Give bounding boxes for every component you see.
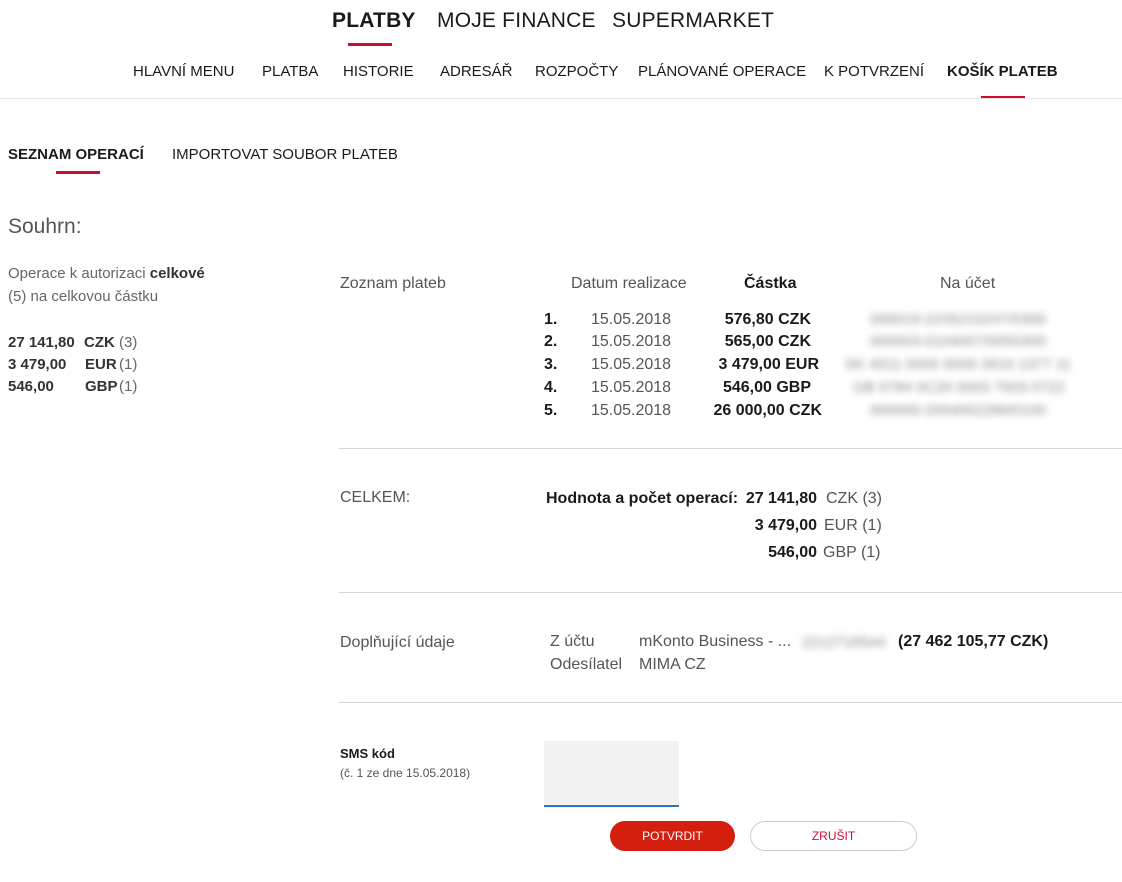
top-tab-platby[interactable]: PLATBY xyxy=(332,9,416,33)
payment-row-amount: 565,00 CZK xyxy=(724,333,811,350)
section-divider xyxy=(339,592,1122,593)
summary-count: (1) xyxy=(119,356,138,373)
payment-row-account: SK 4011 0000 0000 2610 1377 11 xyxy=(845,356,1072,373)
payment-row-date: 15.05.2018 xyxy=(591,379,672,396)
totals-label: CELKEM: xyxy=(340,489,411,506)
payment-row-amount: 576,80 CZK xyxy=(724,311,811,328)
payment-row-amount: 546,00 GBP xyxy=(722,379,811,396)
payment-row-date: 15.05.2018 xyxy=(591,402,672,419)
payment-row-number: 2. xyxy=(544,333,558,350)
payment-row-account: GB 0784 0C20 0003 7003 0722 xyxy=(853,379,1065,396)
totals-amount: 3 479,00 xyxy=(754,517,817,534)
summary-currency: GBP xyxy=(85,378,118,395)
payment-row-date: 15.05.2018 xyxy=(591,311,672,328)
payment-row-account: 000000-2004002286/0100 xyxy=(870,402,1047,419)
payment-row-amount: 26 000,00 CZK xyxy=(713,402,822,419)
summary-prefix: Operace k autorizaci xyxy=(8,265,150,282)
from-account-value: mKonto Business - ... xyxy=(639,633,792,650)
tab-seznam-operaci[interactable]: SEZNAM OPERACÍ xyxy=(8,146,144,163)
payment-row-account: 000003-0104007/0050300 xyxy=(870,333,1047,350)
summary-count: (3) xyxy=(119,334,138,351)
column-header-account: Na účet xyxy=(940,275,996,292)
payments-section-label: Zoznam plateb xyxy=(340,275,446,292)
subnav-platba[interactable]: PLATBA xyxy=(262,63,318,80)
from-account-label: Z účtu xyxy=(550,633,595,650)
subnav-kosik-plateb[interactable]: KOŠÍK PLATEB xyxy=(947,63,1058,80)
totals-currency: CZK (3) xyxy=(826,490,882,507)
summary-title: Souhrn: xyxy=(8,215,82,238)
section-divider xyxy=(339,448,1122,449)
subnav-k-potvrzeni[interactable]: K POTVRZENÍ xyxy=(824,63,924,80)
totals-currency: EUR (1) xyxy=(824,517,882,534)
subnav-historie[interactable]: HISTORIE xyxy=(343,63,414,80)
payment-row-date: 15.05.2018 xyxy=(591,356,672,373)
summary-description-line2: (5) na celkovou částku xyxy=(8,288,159,305)
header-divider xyxy=(0,98,1122,99)
payment-row-number: 3. xyxy=(544,356,558,373)
column-header-date: Datum realizace xyxy=(571,275,687,292)
summary-count: (1) xyxy=(119,378,138,395)
totals-amount: 27 141,80 xyxy=(745,490,817,507)
payment-row-date: 15.05.2018 xyxy=(591,333,672,350)
totals-currency: GBP (1) xyxy=(823,544,881,561)
from-account-balance: (27 462 105,77 CZK) xyxy=(898,633,1049,650)
column-header-amount: Částka xyxy=(744,275,797,292)
top-tab-active-indicator xyxy=(348,43,392,46)
confirm-button[interactable]: POTVRDIT xyxy=(610,821,735,851)
top-tab-supermarket[interactable]: SUPERMARKET xyxy=(612,9,774,33)
totals-amount: 546,00 xyxy=(768,544,817,561)
section-divider xyxy=(339,702,1122,703)
totals-caption: Hodnota a počet operací: xyxy=(546,490,739,507)
from-account-number: 2212716544 xyxy=(802,634,886,651)
payment-row-account: 000019-2235210247/0300 xyxy=(870,311,1047,328)
summary-bold: celkové xyxy=(149,265,205,282)
sms-code-input[interactable] xyxy=(544,741,679,807)
sms-code-title: SMS kód xyxy=(340,746,395,761)
summary-description-line1: Operace k autorizaci celkové xyxy=(8,265,205,282)
payment-row-number: 5. xyxy=(544,402,558,419)
summary-amount: 3 479,00 xyxy=(8,356,67,373)
tab-active-indicator xyxy=(56,171,100,174)
summary-amount: 546,00 xyxy=(8,378,54,395)
summary-amount: 27 141,80 xyxy=(8,334,75,351)
summary-currency: EUR xyxy=(85,356,117,373)
subnav-rozpocty[interactable]: ROZPOČTY xyxy=(535,63,618,80)
subnav-hlavni-menu[interactable]: HLAVNÍ MENU xyxy=(133,63,234,80)
payment-row-number: 4. xyxy=(544,379,558,396)
payment-row-amount: 3 479,00 EUR xyxy=(718,356,819,373)
cancel-button[interactable]: ZRUŠIT xyxy=(750,821,917,851)
sender-value: MIMA CZ xyxy=(639,656,706,673)
sender-label: Odesílatel xyxy=(550,656,623,673)
summary-currency: CZK xyxy=(84,334,115,351)
sms-code-subtitle: (č. 1 ze dne 15.05.2018) xyxy=(340,766,471,780)
top-tab-moje-finance[interactable]: MOJE FINANCE xyxy=(437,9,596,33)
payment-row-number: 1. xyxy=(544,311,558,328)
tab-importovat-soubor[interactable]: IMPORTOVAT SOUBOR PLATEB xyxy=(172,146,398,163)
subnav-adresar[interactable]: ADRESÁŘ xyxy=(440,63,513,80)
subnav-planovane-operace[interactable]: PLÁNOVANÉ OPERACE xyxy=(638,63,806,80)
additional-info-label: Doplňující údaje xyxy=(340,634,455,651)
